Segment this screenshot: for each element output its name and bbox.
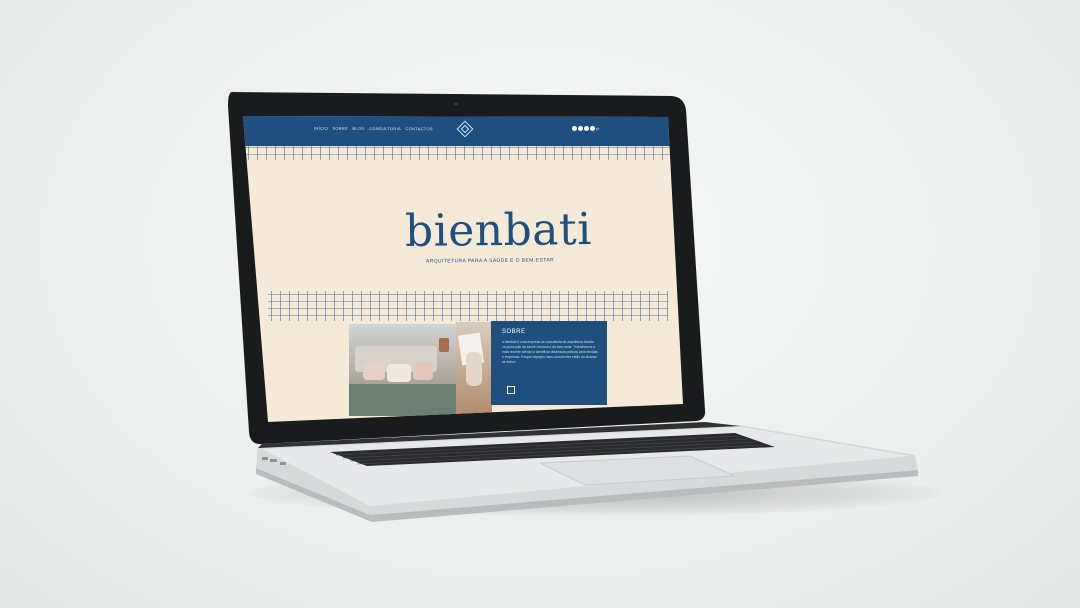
main-nav: INÍCIO SOBRE BLOG CONSULTORIA CONTACTOS xyxy=(314,126,436,132)
instagram-icon[interactable] xyxy=(578,126,583,131)
linkedin-icon[interactable] xyxy=(584,126,589,131)
decorative-pattern-band xyxy=(245,146,670,160)
port xyxy=(270,459,277,462)
port xyxy=(262,457,268,460)
nav-link-consultoria[interactable]: CONSULTORIA xyxy=(369,126,401,131)
about-title: SOBRE xyxy=(502,329,526,335)
about-text: A bienbati é uma empresa de consultoria … xyxy=(502,340,598,364)
nav-link-contactos[interactable]: CONTACTOS xyxy=(405,126,432,131)
product-mockup-scene: INÍCIO SOBRE BLOG CONSULTORIA CONTACTOS … xyxy=(0,0,1080,608)
decorative-pattern-band xyxy=(268,291,668,321)
language-switch[interactable]: pt xyxy=(596,126,599,131)
facebook-icon[interactable] xyxy=(572,126,577,131)
nav-link-sobre[interactable]: SOBRE xyxy=(332,126,348,131)
nav-link-inicio[interactable]: INÍCIO xyxy=(314,126,328,131)
webcam xyxy=(454,102,458,106)
nav-link-blog[interactable]: BLOG xyxy=(352,126,364,131)
email-icon[interactable] xyxy=(590,126,595,131)
about-more-button[interactable] xyxy=(507,386,515,394)
port xyxy=(280,462,286,465)
hero-brand-title: bienbati xyxy=(404,204,593,257)
hero-tagline: ARQUITETURA PARA A SAÚDE E O BEM-ESTAR xyxy=(425,257,555,265)
social-links xyxy=(572,126,595,131)
about-bedroom-image xyxy=(349,324,460,416)
about-plan-image xyxy=(456,322,492,416)
